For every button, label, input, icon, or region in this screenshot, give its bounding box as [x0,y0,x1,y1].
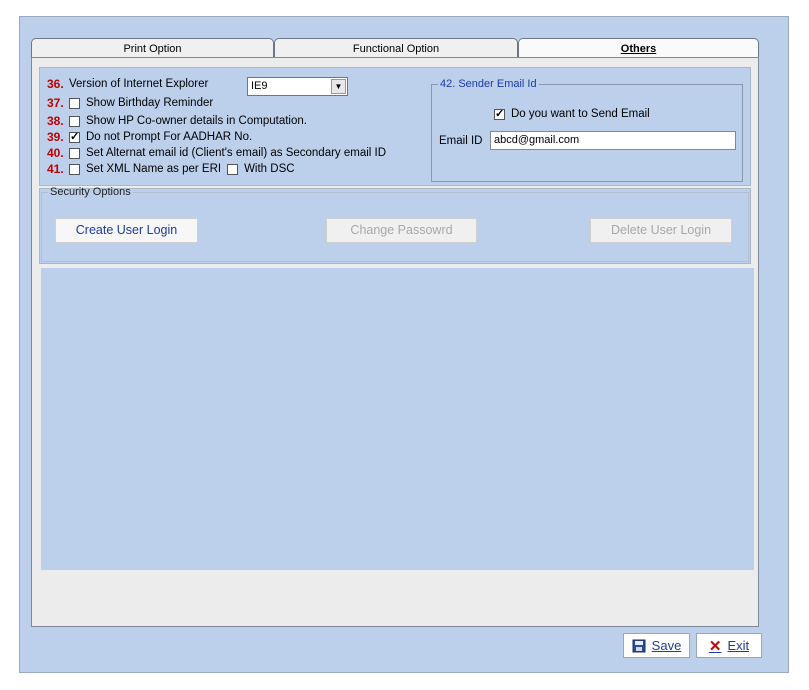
option-number: 41. [47,162,64,176]
delete-user-login-button[interactable]: Delete User Login [590,218,732,243]
option-37: 37. Show Birthday Reminder [47,95,213,111]
option-label: Show Birthday Reminder [86,97,214,109]
with-dsc-label: With DSC [244,163,295,175]
tab-functional-option[interactable]: Functional Option [274,38,518,58]
email-id-input[interactable]: abcd@gmail.com [490,131,736,150]
sender-email-legend: 42. Sender Email Id [440,78,537,90]
option-36: 36. Version of Internet Explorer [47,76,208,92]
option-40: 40. Set Alternat email id (Client's emai… [47,145,386,161]
option-label: Show HP Co-owner details in Computation. [86,115,307,127]
hp-coowner-checkbox[interactable] [69,115,80,127]
option-number: 38. [47,114,64,128]
exit-label: Exit [727,638,750,653]
option-number: 36. [47,77,64,91]
chevron-down-icon[interactable]: ▼ [331,79,346,94]
email-id-label: Email ID [439,135,483,147]
option-41: 41. Set XML Name as per ERI With DSC [47,161,295,177]
send-email-checkbox[interactable]: ✓ [494,108,505,120]
option-label: Version of Internet Explorer [69,78,209,90]
change-password-button[interactable]: Change Passowrd [326,218,477,243]
save-label: Save [651,638,682,653]
tab-print-option[interactable]: Print Option [31,38,274,58]
save-button[interactable]: Save [623,633,690,658]
option-label: Do not Prompt For AADHAR No. [86,131,253,143]
alternate-email-checkbox[interactable] [69,147,80,159]
option-38: 38. Show HP Co-owner details in Computat… [47,113,307,129]
xml-name-checkbox[interactable] [69,163,80,175]
ie-version-select[interactable]: IE9 ▼ [247,77,348,96]
security-legend: Security Options [50,186,131,198]
select-value: IE9 [251,80,268,92]
sender-email-group: 42. Sender Email Id [431,78,743,182]
with-dsc-checkbox[interactable] [227,163,239,175]
send-email-label: Do you want to Send Email [511,108,650,120]
save-icon [632,639,646,652]
option-number: 37. [47,96,64,110]
close-icon: ✕ [708,637,722,655]
option-39: 39. ✓ Do not Prompt For AADHAR No. [47,129,252,145]
option-number: 40. [47,146,64,160]
option-number: 39. [47,130,64,144]
tab-others[interactable]: Others [518,38,759,59]
exit-button[interactable]: ✕ Exit [696,633,762,658]
send-email-row: ✓ Do you want to Send Email [494,106,650,122]
aadhar-prompt-checkbox[interactable]: ✓ [69,131,80,143]
option-label: Set XML Name as per ERI [86,163,222,175]
create-user-login-button[interactable]: Create User Login [55,218,198,243]
birthday-reminder-checkbox[interactable] [69,97,80,109]
option-label: Set Alternat email id (Client's email) a… [86,147,387,159]
content-area [41,268,754,570]
